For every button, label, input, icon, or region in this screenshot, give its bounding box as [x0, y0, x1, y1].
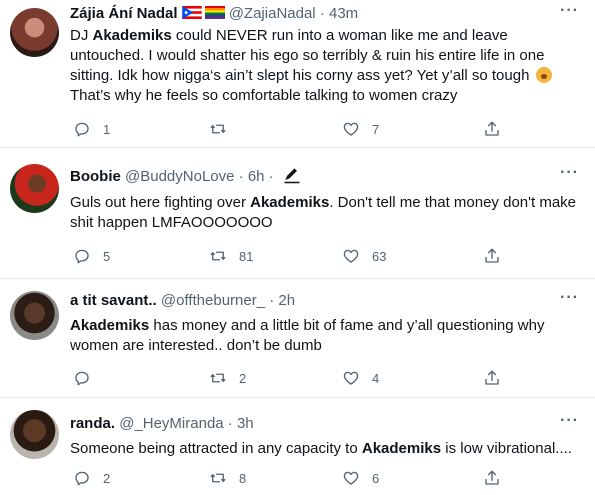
reply-icon	[75, 371, 89, 386]
like-count: 63	[372, 248, 387, 264]
heart-icon	[343, 122, 359, 136]
tweet[interactable]: randa. @_HeyMiranda · 3h ··· Someone bei…	[0, 398, 595, 495]
more-options-icon[interactable]: ···	[560, 164, 579, 182]
avatar[interactable]	[10, 410, 59, 459]
user-handle[interactable]: @_HeyMiranda	[119, 415, 223, 432]
tweet-header: a tit savant.. @offtheburner_ · 2h	[70, 291, 555, 311]
retweet-button[interactable]: 8	[209, 468, 246, 488]
reply-button[interactable]: 1	[73, 119, 110, 139]
retweet-icon	[210, 473, 226, 483]
yawning-face-emoji	[535, 67, 552, 83]
user-handle[interactable]: @ZajiaNadal	[229, 5, 316, 22]
tweet-text: Akademiks has money and a little bit of …	[70, 316, 583, 356]
timestamp[interactable]: · 43m	[320, 5, 358, 22]
tweet-actions: 1 7	[70, 119, 500, 139]
text-segment: Someone being attracted in any capacity …	[70, 440, 362, 457]
retweet-count: 81	[239, 248, 254, 264]
retweet-button[interactable]	[209, 119, 239, 139]
tweet-actions: 5 81 63	[70, 246, 500, 266]
tweet-text: Guls out here fighting over Akademiks. D…	[70, 193, 583, 233]
more-options-icon[interactable]: ···	[560, 2, 579, 20]
share-button[interactable]	[483, 468, 501, 488]
highlighted-term: Akademiks	[92, 27, 172, 44]
retweet-button[interactable]: 81	[209, 246, 253, 266]
reply-button[interactable]: 2	[73, 468, 110, 488]
reply-icon	[75, 122, 89, 137]
reply-count: 5	[103, 248, 111, 264]
like-count: 4	[372, 370, 380, 386]
tweet-actions: 2 8 6	[70, 468, 500, 488]
tweet-text: Someone being attracted in any capacity …	[70, 439, 583, 459]
tweet[interactable]: a tit savant.. @offtheburner_ · 2h ··· A…	[0, 279, 595, 398]
share-icon	[485, 121, 499, 136]
highlighted-term: Akademiks	[250, 194, 330, 211]
like-button[interactable]: 63	[342, 246, 386, 266]
reply-button[interactable]: 5	[73, 246, 110, 266]
tweet-actions: 2 4	[70, 368, 500, 388]
more-options-icon[interactable]: ···	[560, 412, 579, 430]
share-button[interactable]	[483, 368, 501, 388]
share-button[interactable]	[483, 246, 501, 266]
avatar[interactable]	[10, 8, 59, 57]
retweet-count: 2	[239, 370, 247, 386]
tweet-header: Zájia Ání Nadal @ZajiaNadal · 43m	[70, 4, 555, 24]
timestamp[interactable]: · 6h ·	[239, 168, 274, 185]
retweet-button[interactable]: 2	[209, 368, 246, 388]
share-icon	[485, 470, 499, 485]
user-handle[interactable]: @offtheburner_	[161, 292, 265, 309]
tweet-header: randa. @_HeyMiranda · 3h	[70, 414, 555, 434]
display-name[interactable]: randa.	[70, 415, 115, 432]
text-segment: That’s why he feels so comfortable talki…	[70, 87, 458, 104]
reply-count: 2	[103, 470, 111, 486]
like-count: 7	[372, 121, 380, 137]
avatar[interactable]	[10, 291, 59, 340]
retweet-count: 8	[239, 470, 247, 486]
retweet-icon	[210, 124, 226, 134]
reply-icon	[75, 471, 89, 486]
share-button[interactable]	[483, 119, 501, 139]
more-options-icon[interactable]: ···	[560, 289, 579, 307]
text-segment: Guls out here fighting over	[70, 194, 251, 211]
highlighted-term: Akademiks	[70, 317, 150, 334]
retweet-icon	[210, 373, 226, 383]
retweet-icon	[210, 251, 226, 261]
tweet-feed: Zájia Ání Nadal @ZajiaNadal · 43m ··· DJ…	[0, 0, 595, 495]
reply-button[interactable]	[73, 368, 103, 388]
like-button[interactable]: 7	[342, 119, 379, 139]
share-icon	[485, 370, 499, 385]
like-button[interactable]: 4	[342, 368, 379, 388]
tweet[interactable]: Boobie @BuddyNoLove · 6h · ··· Guls out …	[0, 148, 595, 279]
display-name[interactable]: a tit savant..	[70, 292, 157, 309]
text-segment: DJ	[70, 27, 93, 44]
user-handle[interactable]: @BuddyNoLove	[125, 168, 234, 185]
like-count: 6	[372, 470, 380, 486]
reply-count: 1	[103, 121, 111, 137]
reply-icon	[75, 249, 89, 264]
like-button[interactable]: 6	[342, 468, 379, 488]
tweet-text: DJ Akademiks could NEVER run into a woma…	[70, 26, 583, 106]
tweet[interactable]: Zájia Ání Nadal @ZajiaNadal · 43m ··· DJ…	[0, 0, 595, 148]
avatar[interactable]	[10, 164, 59, 213]
display-name[interactable]: Zájia Ání Nadal	[70, 5, 178, 22]
highlighted-term: Akademiks	[361, 440, 442, 457]
timestamp[interactable]: · 2h	[269, 292, 295, 309]
heart-icon	[343, 471, 359, 485]
pride-flag-icon	[204, 6, 225, 19]
puerto-rico-flag-icon	[181, 6, 202, 19]
text-segment: is low vibrational....	[441, 440, 572, 457]
timestamp[interactable]: · 3h	[228, 415, 254, 432]
display-name[interactable]: Boobie	[70, 168, 121, 185]
heart-icon	[343, 371, 359, 385]
tweet-header: Boobie @BuddyNoLove · 6h ·	[70, 166, 555, 186]
edit-pencil-icon	[284, 168, 300, 184]
share-icon	[485, 248, 499, 263]
heart-icon	[343, 249, 359, 263]
